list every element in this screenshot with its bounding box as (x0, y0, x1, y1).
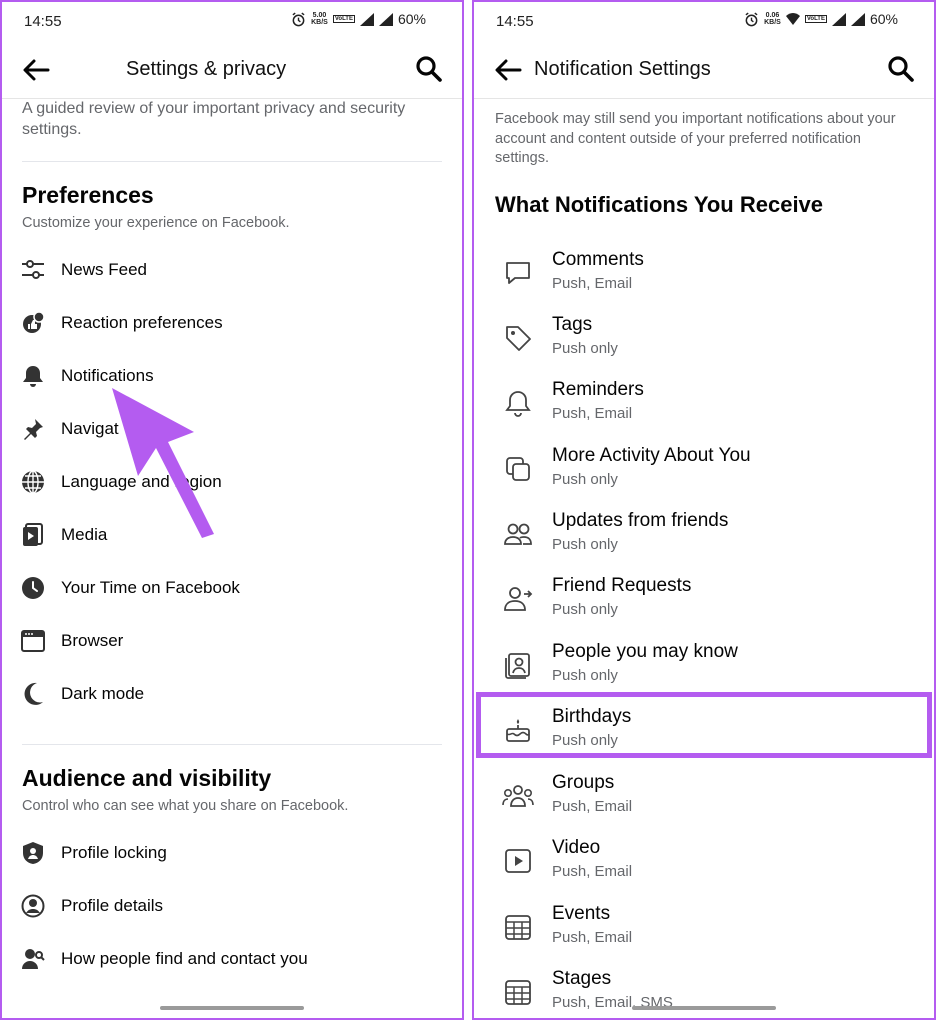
calendar-icon (501, 911, 535, 943)
pointer-arrow-annotation (112, 388, 214, 538)
menu-item-media[interactable]: Media (20, 515, 107, 555)
volte-icon: VoLTE (804, 15, 827, 23)
signal-icon (831, 12, 846, 26)
notification-settings-screen: 14:55 0.06 KB/S VoLTE 60% Notification Se… (472, 0, 936, 1020)
add-friend-icon (501, 583, 535, 615)
net-speed: 0.06 KB/S (764, 12, 781, 26)
audience-heading: Audience and visibility (22, 765, 272, 791)
notif-item-video[interactable]: Video Push, Email (474, 829, 934, 893)
friends-icon (501, 518, 535, 550)
menu-item-navigation[interactable]: Navigat (20, 409, 119, 449)
menu-item-reaction-preferences[interactable]: Reaction preferences (20, 303, 223, 343)
people-card-icon (501, 649, 535, 681)
menu-item-find-contact[interactable]: How people find and contact you (20, 939, 308, 979)
notif-item-tags[interactable]: Tags Push only (474, 306, 934, 370)
status-bar: 14:55 0.06 KB/S VoLTE 60% (474, 2, 934, 40)
user-search-icon (20, 946, 46, 972)
settings-privacy-screen: 14:55 5.00 KB/S VoLTE 60% Settings & priv… (0, 0, 464, 1020)
comment-icon (501, 257, 535, 289)
notifications-heading: What Notifications You Receive (495, 192, 824, 217)
bell-icon (501, 387, 535, 419)
alarm-icon (745, 12, 758, 26)
notif-item-reminders[interactable]: Reminders Push, Email (474, 371, 934, 435)
calendar-icon (501, 976, 535, 1008)
media-icon (20, 522, 46, 548)
pin-icon (20, 416, 46, 442)
status-bar: 14:55 5.00 KB/S VoLTE 60% (2, 2, 462, 40)
globe-icon (20, 469, 46, 495)
net-speed: 5.00 KB/S (311, 12, 328, 26)
divider (22, 161, 442, 162)
birthdays-highlight-box (476, 692, 932, 758)
moon-icon (20, 681, 46, 707)
notification-note: Facebook may still send you important no… (495, 111, 896, 166)
preferences-subtitle: Customize your experience on Facebook. (22, 215, 290, 231)
back-arrow-icon[interactable] (492, 55, 524, 85)
notif-item-updates-friends[interactable]: Updates from friends Push only (474, 502, 934, 566)
sliders-icon (20, 257, 46, 283)
shield-user-icon (20, 840, 46, 866)
notif-item-people-you-may-know[interactable]: People you may know Push only (474, 633, 934, 697)
clock-icon (20, 575, 46, 601)
user-circle-icon (20, 893, 46, 919)
status-time: 14:55 (496, 13, 534, 30)
menu-item-profile-details[interactable]: Profile details (20, 886, 163, 926)
menu-item-browser[interactable]: Browser (20, 621, 123, 661)
signal-icon (359, 12, 374, 26)
bell-icon (20, 363, 46, 389)
notif-item-stages[interactable]: Stages Push, Email, SMS (474, 960, 934, 1018)
audience-subtitle: Control who can see what you share on Fa… (22, 798, 349, 814)
status-time: 14:55 (24, 13, 62, 30)
signal-4g-icon (378, 12, 393, 26)
stack-icon (501, 453, 535, 485)
battery-level: 60% (869, 11, 898, 27)
menu-item-profile-locking[interactable]: Profile locking (20, 833, 167, 873)
back-arrow-icon[interactable] (20, 55, 52, 85)
menu-item-news-feed[interactable]: News Feed (20, 250, 147, 290)
wifi-icon (785, 12, 800, 25)
video-icon (501, 845, 535, 877)
notif-item-friend-requests[interactable]: Friend Requests Push only (474, 567, 934, 631)
home-indicator[interactable] (160, 1006, 304, 1010)
search-icon[interactable] (886, 54, 916, 84)
status-icons: 0.06 KB/S VoLTE 60% (744, 11, 898, 27)
alarm-icon (292, 12, 305, 26)
status-icons: 5.00 KB/S VoLTE 60% (291, 11, 426, 27)
notif-item-events[interactable]: Events Push, Email (474, 895, 934, 959)
notif-item-comments[interactable]: Comments Push, Email (474, 241, 934, 305)
volte-icon: VoLTE (332, 15, 355, 23)
app-bar: Settings & privacy (2, 42, 462, 99)
menu-item-your-time[interactable]: Your Time on Facebook (20, 568, 240, 608)
signal-icon-2 (850, 12, 865, 26)
battery-level: 60% (397, 11, 426, 27)
home-indicator[interactable] (632, 1006, 776, 1010)
preferences-heading: Preferences (22, 182, 154, 208)
privacy-checkup-description: A guided review of your important privac… (22, 100, 406, 138)
notif-item-more-activity[interactable]: More Activity About You Push only (474, 437, 934, 501)
search-icon[interactable] (414, 54, 444, 84)
page-title: Notification Settings (534, 58, 711, 80)
app-bar: Notification Settings (474, 42, 934, 99)
page-title: Settings & privacy (126, 58, 287, 80)
browser-icon (20, 628, 46, 654)
reaction-icon (20, 310, 46, 336)
notif-item-groups[interactable]: Groups Push, Email (474, 764, 934, 828)
menu-item-dark-mode[interactable]: Dark mode (20, 674, 144, 714)
groups-icon (501, 780, 535, 812)
divider (22, 744, 442, 745)
tag-icon (501, 322, 535, 354)
